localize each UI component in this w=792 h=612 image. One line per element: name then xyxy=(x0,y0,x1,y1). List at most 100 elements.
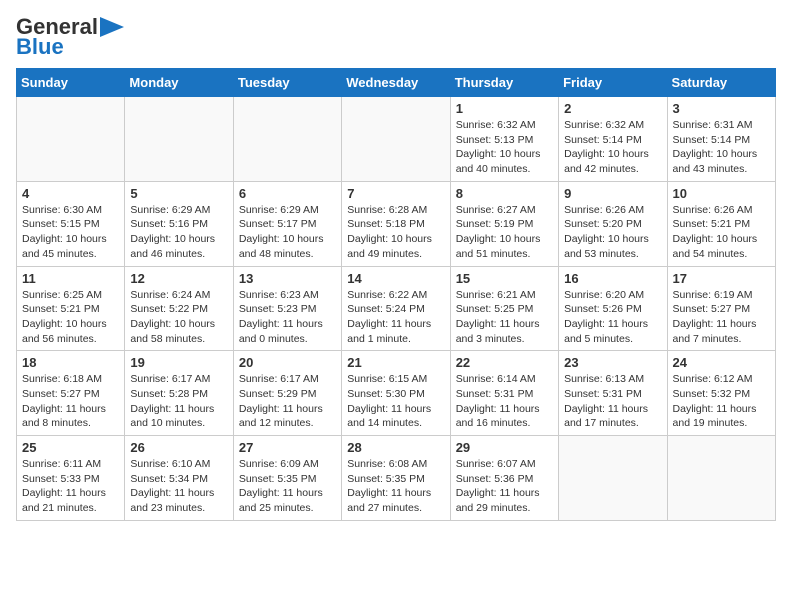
column-header-thursday: Thursday xyxy=(450,69,558,97)
day-number: 20 xyxy=(239,355,336,370)
calendar-cell xyxy=(233,97,341,182)
calendar-cell: 14 Sunrise: 6:22 AM Sunset: 5:24 PM Dayli… xyxy=(342,266,450,351)
day-info: Sunrise: 6:12 AM Sunset: 5:32 PM Dayligh… xyxy=(673,372,770,431)
column-header-tuesday: Tuesday xyxy=(233,69,341,97)
day-info: Sunrise: 6:28 AM Sunset: 5:18 PM Dayligh… xyxy=(347,203,444,262)
column-header-monday: Monday xyxy=(125,69,233,97)
calendar-cell: 21 Sunrise: 6:15 AM Sunset: 5:30 PM Dayli… xyxy=(342,351,450,436)
day-info: Sunrise: 6:20 AM Sunset: 5:26 PM Dayligh… xyxy=(564,288,661,347)
day-number: 13 xyxy=(239,271,336,286)
day-info: Sunrise: 6:10 AM Sunset: 5:34 PM Dayligh… xyxy=(130,457,227,516)
day-number: 15 xyxy=(456,271,553,286)
day-info: Sunrise: 6:15 AM Sunset: 5:30 PM Dayligh… xyxy=(347,372,444,431)
calendar-cell: 6Sunrise: 6:29 AM Sunset: 5:17 PM Daylig… xyxy=(233,181,341,266)
day-number: 17 xyxy=(673,271,770,286)
calendar-cell: 25 Sunrise: 6:11 AM Sunset: 5:33 PM Dayli… xyxy=(17,436,125,521)
calendar-week-4: 18 Sunrise: 6:18 AM Sunset: 5:27 PM Dayli… xyxy=(17,351,776,436)
day-number: 16 xyxy=(564,271,661,286)
day-info: Sunrise: 6:26 AM Sunset: 5:20 PM Dayligh… xyxy=(564,203,661,262)
day-info: Sunrise: 6:18 AM Sunset: 5:27 PM Dayligh… xyxy=(22,372,119,431)
calendar-header-row: SundayMondayTuesdayWednesdayThursdayFrid… xyxy=(17,69,776,97)
day-number: 24 xyxy=(673,355,770,370)
day-number: 23 xyxy=(564,355,661,370)
calendar-week-2: 4 Sunrise: 6:30 AM Sunset: 5:15 PM Daylig… xyxy=(17,181,776,266)
day-number: 28 xyxy=(347,440,444,455)
day-number: 3 xyxy=(673,101,770,116)
page-header: General Blue xyxy=(16,16,776,60)
day-number: 26 xyxy=(130,440,227,455)
day-info: Sunrise: 6:19 AM Sunset: 5:27 PM Dayligh… xyxy=(673,288,770,347)
calendar-cell xyxy=(17,97,125,182)
day-number: 29 xyxy=(456,440,553,455)
day-number: 2 xyxy=(564,101,661,116)
day-info: Sunrise: 6:32 AM Sunset: 5:13 PM Dayligh… xyxy=(456,118,553,177)
day-number: 10 xyxy=(673,186,770,201)
calendar-cell: 7 Sunrise: 6:28 AM Sunset: 5:18 PM Daylig… xyxy=(342,181,450,266)
calendar-cell: 23 Sunrise: 6:13 AM Sunset: 5:31 PM Dayli… xyxy=(559,351,667,436)
day-info: Sunrise: 6:17 AM Sunset: 5:29 PM Dayligh… xyxy=(239,372,336,431)
day-info: Sunrise: 6:07 AM Sunset: 5:36 PM Dayligh… xyxy=(456,457,553,516)
calendar-week-1: 1 Sunrise: 6:32 AM Sunset: 5:13 PM Daylig… xyxy=(17,97,776,182)
logo-blue: Blue xyxy=(16,34,64,60)
calendar-table: SundayMondayTuesdayWednesdayThursdayFrid… xyxy=(16,68,776,521)
day-number: 9 xyxy=(564,186,661,201)
calendar-cell: 10 Sunrise: 6:26 AM Sunset: 5:21 PM Dayli… xyxy=(667,181,775,266)
day-number: 1 xyxy=(456,101,553,116)
day-info: Sunrise: 6:32 AM Sunset: 5:14 PM Dayligh… xyxy=(564,118,661,177)
day-info: Sunrise: 6:14 AM Sunset: 5:31 PM Dayligh… xyxy=(456,372,553,431)
day-number: 11 xyxy=(22,271,119,286)
calendar-cell: 22 Sunrise: 6:14 AM Sunset: 5:31 PM Dayli… xyxy=(450,351,558,436)
calendar-cell: 12 Sunrise: 6:24 AM Sunset: 5:22 PM Dayli… xyxy=(125,266,233,351)
day-number: 4 xyxy=(22,186,119,201)
calendar-cell xyxy=(342,97,450,182)
day-number: 8 xyxy=(456,186,553,201)
day-number: 12 xyxy=(130,271,227,286)
day-number: 6 xyxy=(239,186,336,201)
calendar-cell xyxy=(667,436,775,521)
calendar-cell: 19Sunrise: 6:17 AM Sunset: 5:28 PM Dayli… xyxy=(125,351,233,436)
day-info: Sunrise: 6:23 AM Sunset: 5:23 PM Dayligh… xyxy=(239,288,336,347)
calendar-cell: 28 Sunrise: 6:08 AM Sunset: 5:35 PM Dayli… xyxy=(342,436,450,521)
day-info: Sunrise: 6:27 AM Sunset: 5:19 PM Dayligh… xyxy=(456,203,553,262)
day-number: 14 xyxy=(347,271,444,286)
day-info: Sunrise: 6:09 AM Sunset: 5:35 PM Dayligh… xyxy=(239,457,336,516)
day-number: 22 xyxy=(456,355,553,370)
logo: General Blue xyxy=(16,16,124,60)
calendar-cell: 5 Sunrise: 6:29 AM Sunset: 5:16 PM Daylig… xyxy=(125,181,233,266)
calendar-cell: 16 Sunrise: 6:20 AM Sunset: 5:26 PM Dayli… xyxy=(559,266,667,351)
day-info: Sunrise: 6:11 AM Sunset: 5:33 PM Dayligh… xyxy=(22,457,119,516)
day-info: Sunrise: 6:29 AM Sunset: 5:16 PM Dayligh… xyxy=(130,203,227,262)
calendar-cell: 15Sunrise: 6:21 AM Sunset: 5:25 PM Dayli… xyxy=(450,266,558,351)
column-header-saturday: Saturday xyxy=(667,69,775,97)
day-number: 21 xyxy=(347,355,444,370)
calendar-cell: 2 Sunrise: 6:32 AM Sunset: 5:14 PM Daylig… xyxy=(559,97,667,182)
calendar-cell: 8 Sunrise: 6:27 AM Sunset: 5:19 PM Daylig… xyxy=(450,181,558,266)
column-header-wednesday: Wednesday xyxy=(342,69,450,97)
calendar-cell xyxy=(559,436,667,521)
calendar-cell: 3Sunrise: 6:31 AM Sunset: 5:14 PM Daylig… xyxy=(667,97,775,182)
logo-arrow-icon xyxy=(100,17,124,37)
day-number: 7 xyxy=(347,186,444,201)
calendar-cell: 13 Sunrise: 6:23 AM Sunset: 5:23 PM Dayli… xyxy=(233,266,341,351)
day-info: Sunrise: 6:26 AM Sunset: 5:21 PM Dayligh… xyxy=(673,203,770,262)
day-info: Sunrise: 6:25 AM Sunset: 5:21 PM Dayligh… xyxy=(22,288,119,347)
calendar-cell: 20 Sunrise: 6:17 AM Sunset: 5:29 PM Dayli… xyxy=(233,351,341,436)
column-header-sunday: Sunday xyxy=(17,69,125,97)
calendar-cell: 9 Sunrise: 6:26 AM Sunset: 5:20 PM Daylig… xyxy=(559,181,667,266)
day-info: Sunrise: 6:30 AM Sunset: 5:15 PM Dayligh… xyxy=(22,203,119,262)
column-header-friday: Friday xyxy=(559,69,667,97)
day-number: 27 xyxy=(239,440,336,455)
calendar-cell: 18 Sunrise: 6:18 AM Sunset: 5:27 PM Dayli… xyxy=(17,351,125,436)
calendar-cell: 11 Sunrise: 6:25 AM Sunset: 5:21 PM Dayli… xyxy=(17,266,125,351)
calendar-cell: 17 Sunrise: 6:19 AM Sunset: 5:27 PM Dayli… xyxy=(667,266,775,351)
day-number: 5 xyxy=(130,186,227,201)
day-number: 19 xyxy=(130,355,227,370)
day-info: Sunrise: 6:24 AM Sunset: 5:22 PM Dayligh… xyxy=(130,288,227,347)
calendar-cell: 1 Sunrise: 6:32 AM Sunset: 5:13 PM Daylig… xyxy=(450,97,558,182)
calendar-cell: 27 Sunrise: 6:09 AM Sunset: 5:35 PM Dayli… xyxy=(233,436,341,521)
day-number: 18 xyxy=(22,355,119,370)
day-info: Sunrise: 6:08 AM Sunset: 5:35 PM Dayligh… xyxy=(347,457,444,516)
day-info: Sunrise: 6:13 AM Sunset: 5:31 PM Dayligh… xyxy=(564,372,661,431)
day-info: Sunrise: 6:22 AM Sunset: 5:24 PM Dayligh… xyxy=(347,288,444,347)
day-number: 25 xyxy=(22,440,119,455)
